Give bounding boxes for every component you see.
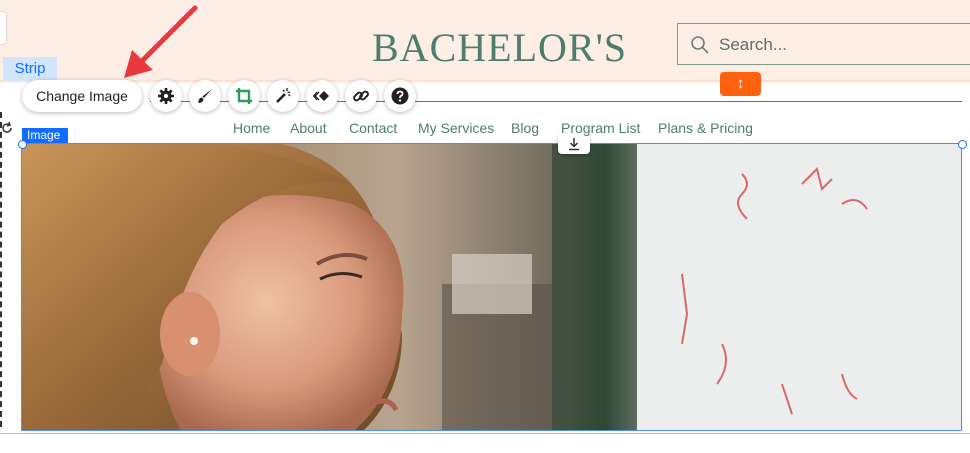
site-title: BACHELOR'S: [372, 25, 628, 70]
download-icon: [569, 138, 579, 151]
nav-item-blog[interactable]: Blog: [511, 120, 539, 136]
annotation-arrow: [124, 5, 198, 78]
nav-item-home[interactable]: Home: [233, 120, 270, 136]
magic-wand-icon: [276, 88, 291, 103]
nav-item-plans-pricing[interactable]: Plans & Pricing: [658, 120, 753, 136]
animation-button[interactable]: [306, 80, 338, 112]
animation-icon: [313, 91, 329, 101]
stretch-handle[interactable]: ↕: [720, 72, 761, 96]
search-box[interactable]: Search...: [677, 23, 970, 65]
rotate-icon[interactable]: [0, 121, 14, 135]
link-button[interactable]: [345, 80, 377, 112]
resize-handle-top-right[interactable]: [958, 140, 967, 149]
crop-button[interactable]: [228, 80, 260, 112]
resize-handle-top-left[interactable]: [18, 140, 27, 149]
strip-boundary: [0, 112, 2, 427]
nav-item-contact[interactable]: Contact: [349, 120, 397, 136]
crop-icon: [236, 88, 252, 104]
strip-label[interactable]: Strip: [3, 57, 57, 81]
enhance-button[interactable]: [267, 80, 299, 112]
hero-image[interactable]: [21, 143, 962, 431]
panel-handle[interactable]: [0, 12, 6, 44]
nav-item-program-list[interactable]: Program List: [561, 120, 640, 136]
image-label: Image: [22, 128, 68, 143]
help-button[interactable]: [384, 80, 416, 112]
link-icon: [353, 90, 369, 102]
search-input[interactable]: Search...: [719, 35, 787, 55]
search-icon: [691, 36, 709, 54]
download-tab[interactable]: [558, 134, 590, 154]
help-icon: [391, 87, 409, 105]
nav-item-about[interactable]: About: [290, 120, 327, 136]
woman-photo: [22, 144, 961, 430]
section-bottom-line: [0, 433, 970, 434]
nav-item-my-services[interactable]: My Services: [418, 120, 494, 136]
